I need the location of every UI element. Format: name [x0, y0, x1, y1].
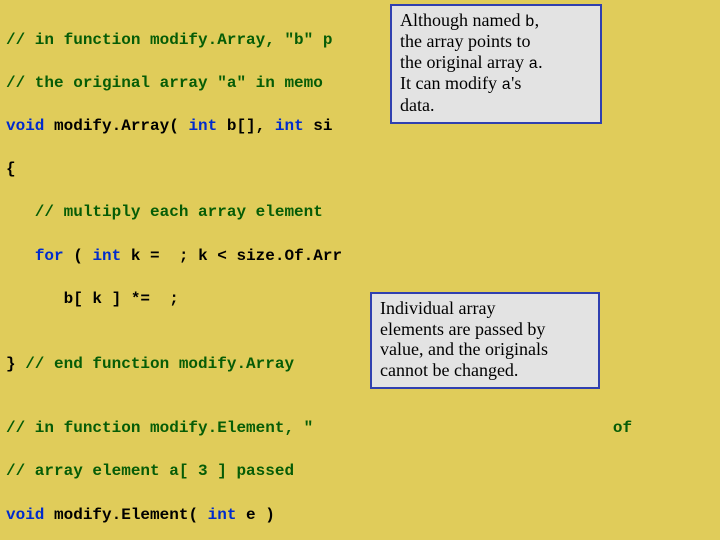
kw-int-2: int	[275, 117, 313, 135]
callout1-line5: data.	[400, 95, 592, 116]
fn-name-2: modify.Element(	[54, 506, 208, 524]
comment-line-5: // array element a[ 3 ] passed	[6, 462, 294, 480]
kw-int-4: int	[208, 506, 246, 524]
indent-1	[6, 247, 35, 265]
comment-line-3: // multiply each array element	[6, 203, 323, 221]
comment-line-4b: of	[603, 419, 632, 437]
comment-line-4a: // in function modify.Element, "	[6, 419, 313, 437]
kw-void-2: void	[6, 506, 54, 524]
brace-close-1: }	[6, 355, 25, 373]
param-e: e )	[246, 506, 275, 524]
fn-name-1: modify.Array(	[54, 117, 188, 135]
mono-a-2: a	[501, 76, 511, 94]
brace-open-1: {	[6, 160, 16, 178]
for-open: (	[64, 247, 93, 265]
callout2-line1: Individual array	[380, 298, 590, 319]
callout2-line2: elements are passed by	[380, 319, 590, 340]
comment-line-2: // the original array "a" in memo	[6, 74, 323, 92]
kw-void-1: void	[6, 117, 54, 135]
callout2-line4: cannot be changed.	[380, 360, 590, 381]
callout-box-2: Individual array elements are passed by …	[370, 292, 600, 389]
callout1-line1: Although named b,	[400, 10, 592, 31]
loop-body: b[ k ] *= ;	[6, 290, 179, 308]
kw-int-3: int	[92, 247, 121, 265]
param-size: si	[313, 117, 332, 135]
callout1-line4: It can modify a's	[400, 73, 592, 94]
param-b: b[],	[227, 117, 275, 135]
callout1-line2: the array points to	[400, 31, 592, 52]
code-block: // in function modify.Array, "b" p // th…	[6, 8, 714, 540]
callout-box-1: Although named b, the array points to th…	[390, 4, 602, 124]
for-cond: k = ; k < size.Of.Arr	[121, 247, 342, 265]
callout2-line3: value, and the originals	[380, 339, 590, 360]
callout1-line3: the original array a.	[400, 52, 592, 73]
comment-end-1: // end function modify.Array	[25, 355, 294, 373]
kw-int-1: int	[188, 117, 226, 135]
comment-line-1: // in function modify.Array, "b" p	[6, 31, 332, 49]
mono-a-1: a	[528, 55, 538, 73]
kw-for: for	[35, 247, 64, 265]
mono-b-1: b	[525, 13, 535, 31]
